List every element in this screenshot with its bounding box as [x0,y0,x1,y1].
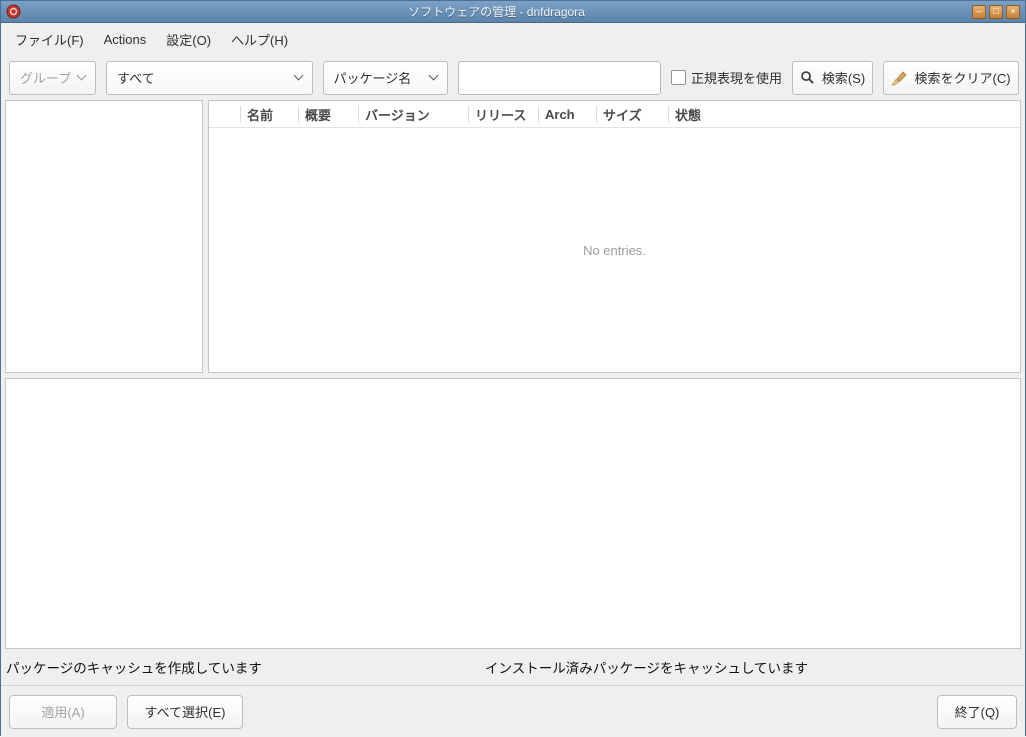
empty-table-message: No entries. [583,242,646,258]
menubar: ファイル(F) Actions 設定(O) ヘルプ(H) [1,23,1025,55]
groups-dropdown-button[interactable]: グループ [9,60,96,95]
menu-options[interactable]: 設定(O) [156,24,221,55]
column-header-3[interactable]: バージョン [359,105,469,123]
package-table-body[interactable]: No entries. [209,128,1020,372]
search-field-select-value: パッケージ名 [333,71,412,86]
apply-button[interactable]: 適用(A) [9,694,117,729]
dnfdragora-app-icon[interactable] [6,4,21,19]
quit-button-label: 終了(Q) [954,705,1000,720]
package-detail-panel[interactable] [5,378,1021,649]
column-header-4[interactable]: リリース [469,105,539,123]
quit-button[interactable]: 終了(Q) [937,694,1017,729]
search-button[interactable]: 検索(S) [792,60,873,95]
search-input[interactable] [458,60,661,95]
column-header-6[interactable]: サイズ [597,105,669,123]
filter-select-value: すべて [117,71,155,86]
clear-search-button[interactable]: 検索をクリア(C) [883,60,1019,95]
dnfdragora-window: ソフトウェアの管理 - dnfdragora – □ × ファイル(F) Act… [0,0,1026,737]
titlebar[interactable]: ソフトウェアの管理 - dnfdragora – □ × [1,1,1025,23]
package-table-panel: 名前 概要 バージョン リリース Arch サイズ 状態 No entries. [208,100,1021,373]
table-header-row: 名前 概要 バージョン リリース Arch サイズ 状態 [209,101,1020,128]
group-tree-panel[interactable] [5,100,203,373]
footer-button-bar: 適用(A) すべて選択(E) 終了(Q) [1,685,1025,737]
menu-actions[interactable]: Actions [94,26,157,53]
regex-checkbox-label: 正規表現を使用 [690,71,782,86]
window-title: ソフトウェアの管理 - dnfdragora [408,5,585,19]
checkbox-box [670,70,686,85]
search-field-select[interactable]: パッケージ名 [322,60,449,95]
statusbar: パッケージのキャッシュを作成しています インストール済みパッケージをキャッシュし… [1,649,1025,685]
select-all-button-label: すべて選択(E) [144,705,226,720]
menu-help[interactable]: ヘルプ(H) [221,24,298,55]
chevron-down-icon [76,70,87,81]
select-all-button[interactable]: すべて選択(E) [127,694,243,729]
toolbar: グループ すべて パッケージ名 正規表現を使用 検索(S) 検索をクリア(C) [1,55,1025,100]
search-button-label: 検索(S) [821,71,866,86]
apply-button-label: 適用(A) [41,705,85,720]
main-area: 名前 概要 バージョン リリース Arch サイズ 状態 No entries. [1,100,1025,373]
clear-search-button-label: 検索をクリア(C) [914,71,1011,86]
search-icon [800,70,815,85]
status-text-left: パッケージのキャッシュを作成しています [6,661,262,676]
maximize-button[interactable]: □ [989,4,1003,19]
select-column-spacer [209,105,241,123]
groups-dropdown-label: グループ [19,71,72,86]
filter-select[interactable]: すべて [106,60,313,95]
column-header-2[interactable]: 概要 [299,105,359,123]
status-text-center: インストール済みパッケージをキャッシュしています [485,661,809,676]
column-header-1[interactable]: 名前 [241,105,299,123]
minimize-button[interactable]: – [972,4,986,19]
column-header-5[interactable]: Arch [539,105,597,123]
window-controls: – □ × [972,4,1020,19]
regex-checkbox[interactable]: 正規表現を使用 [670,68,782,87]
menu-file[interactable]: ファイル(F) [5,24,94,55]
column-header-7[interactable]: 状態 [669,106,1020,123]
clear-brush-icon [891,70,908,86]
chevron-down-icon [429,70,439,81]
chevron-down-icon [293,70,303,81]
close-button[interactable]: × [1006,4,1020,19]
